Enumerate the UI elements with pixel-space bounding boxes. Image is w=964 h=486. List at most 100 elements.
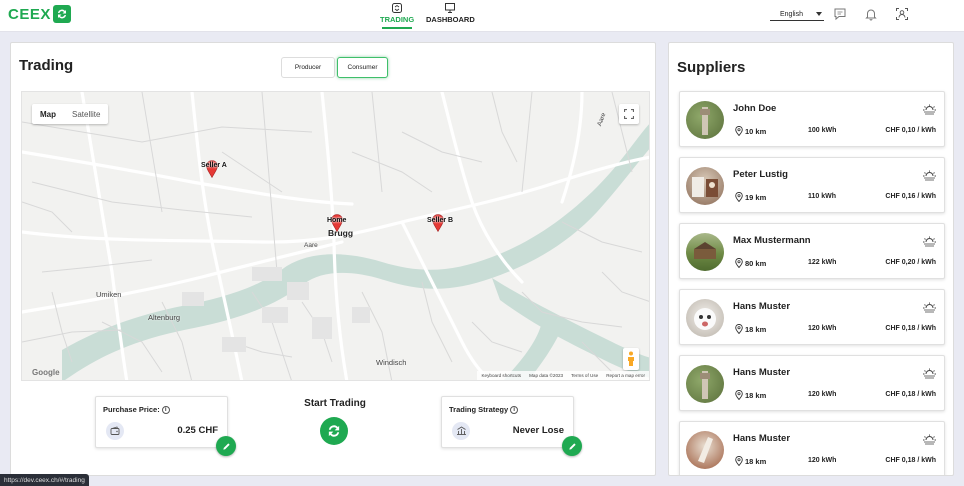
- supplier-distance: 19 km: [735, 192, 766, 202]
- top-navigation-bar: CEEX TRADING DASHBOARD English: [0, 0, 964, 32]
- trading-strategy-value: Never Lose: [512, 425, 564, 436]
- location-pin-icon: [735, 324, 743, 334]
- supplier-price: CHF 0,18 / kWh: [885, 391, 936, 398]
- supplier-name: Hans Muster: [733, 433, 791, 444]
- language-value: English: [780, 10, 803, 18]
- supplier-name: Max Mustermann: [733, 235, 811, 246]
- fullscreen-icon: [624, 109, 634, 119]
- map-type-switch[interactable]: Map Satellite: [32, 104, 109, 124]
- supplier-card[interactable]: Hans Muster 18 km 120 kWh CHF 0,18 / kWh: [679, 289, 945, 345]
- supplier-card[interactable]: Hans Muster 18 km 120 kWh CHF 0,18 / kWh: [679, 355, 945, 411]
- ceex-logo[interactable]: CEEX: [8, 5, 71, 23]
- supplier-distance: 18 km: [735, 456, 766, 466]
- trading-panel: Trading Producer Consumer Map Satellite …: [10, 42, 656, 476]
- brand-name: CEEX: [8, 5, 51, 23]
- purchase-price-card: Purchase Price: i 0.25 CHF: [95, 396, 236, 456]
- map-attribution-bar: Keyboard shortcuts Map data ©2023 Terms …: [477, 371, 649, 380]
- supplier-card[interactable]: John Doe 10 km 100 kWh CHF 0,10 / kWh: [679, 91, 945, 147]
- trading-strategy-label: Trading Strategy: [449, 405, 509, 414]
- supplier-price: CHF 0,18 / kWh: [885, 325, 936, 332]
- location-pin-icon: [735, 126, 743, 136]
- supplier-distance-value: 19 km: [745, 192, 767, 202]
- user-scan-icon[interactable]: [895, 7, 909, 21]
- trading-strategy-card: Trading Strategy i Never Lose: [441, 396, 582, 456]
- supplier-distance-value: 10 km: [745, 126, 767, 136]
- marker-label-seller-a: Seller A: [201, 162, 227, 169]
- wallet-icon: [106, 422, 124, 440]
- trading-strategy-label-row: Trading Strategy i: [449, 405, 519, 414]
- solar-icon: [923, 302, 936, 313]
- trading-icon: [392, 3, 403, 13]
- chat-icon[interactable]: [833, 7, 847, 21]
- pencil-icon: [568, 442, 576, 450]
- solar-icon: [923, 170, 936, 181]
- suppliers-panel: Suppliers John Doe 10 km 100 kWh CHF 0,1…: [668, 42, 954, 476]
- place-label-windisch: Windisch: [376, 358, 407, 367]
- edit-trading-strategy-button[interactable]: [562, 436, 582, 456]
- supplier-distance: 10 km: [735, 126, 766, 136]
- supplier-name: Peter Lustig: [733, 169, 788, 180]
- supplier-card[interactable]: Peter Lustig 19 km 110 kWh CHF 0,16 / kW…: [679, 157, 945, 213]
- active-tab-indicator: [382, 27, 413, 29]
- marker-label-home: Home: [327, 217, 347, 224]
- fullscreen-button[interactable]: [619, 104, 639, 124]
- supplier-avatar: [686, 101, 724, 139]
- supplier-distance-value: 18 km: [745, 324, 767, 334]
- supplier-card[interactable]: Max Mustermann 80 km 122 kWh CHF 0,20 / …: [679, 223, 945, 279]
- info-icon[interactable]: i: [161, 405, 170, 414]
- producer-toggle-button[interactable]: Producer: [281, 57, 335, 78]
- tab-trading[interactable]: TRADING: [380, 3, 414, 29]
- terms-of-use-link[interactable]: Terms of Use: [571, 373, 598, 378]
- info-icon[interactable]: i: [510, 405, 519, 414]
- location-pin-icon: [735, 192, 743, 202]
- street-view-pegman[interactable]: [623, 348, 639, 370]
- map-type-satellite-button[interactable]: Satellite: [64, 104, 108, 124]
- supplier-distance: 80 km: [735, 258, 766, 268]
- map-type-map-button[interactable]: Map: [32, 104, 64, 124]
- place-label-altenburg: Altenburg: [148, 313, 181, 322]
- language-select[interactable]: English: [770, 8, 824, 21]
- solar-icon: [923, 368, 936, 379]
- exchange-icon: [328, 425, 340, 437]
- report-map-error-link[interactable]: Report a map error: [606, 373, 645, 378]
- supplier-price: CHF 0,20 / kWh: [885, 259, 936, 266]
- supplier-distance-value: 18 km: [745, 456, 767, 466]
- chevron-down-icon: [816, 12, 822, 16]
- supplier-name: Hans Muster: [733, 367, 791, 378]
- supplier-energy: 120 kWh: [808, 391, 837, 398]
- google-logo: Google: [32, 368, 60, 377]
- supplier-avatar: [686, 299, 724, 337]
- purchase-price-value: 0.25 CHF: [177, 425, 218, 436]
- start-trading-button[interactable]: [320, 417, 348, 445]
- supplier-distance-value: 80 km: [745, 258, 767, 268]
- status-bar-url: https://dev.ceex.ch/#/trading: [0, 474, 89, 486]
- tab-dashboard-label: DASHBOARD: [426, 15, 475, 24]
- supplier-distance: 18 km: [735, 324, 766, 334]
- bell-icon[interactable]: [864, 7, 878, 21]
- supplier-energy: 110 kWh: [808, 193, 837, 200]
- supplier-card[interactable]: Hans Muster 18 km 120 kWh CHF 0,18 / kWh: [679, 421, 945, 475]
- supplier-avatar: [686, 167, 724, 205]
- logo-exchange-icon: [52, 5, 71, 23]
- supplier-distance-value: 18 km: [745, 390, 767, 400]
- purchase-price-label-row: Purchase Price: i: [103, 405, 170, 414]
- solar-icon: [923, 104, 936, 115]
- supplier-avatar: [686, 431, 724, 469]
- supplier-energy: 120 kWh: [808, 457, 837, 464]
- tab-trading-label: TRADING: [380, 15, 415, 24]
- map-view[interactable]: Map Satellite Brugg Aare Aare Umiken Alt…: [21, 91, 650, 381]
- edit-purchase-price-button[interactable]: [216, 436, 236, 456]
- trading-title: Trading: [19, 57, 74, 74]
- supplier-distance: 18 km: [735, 390, 766, 400]
- place-label-umiken: Umiken: [96, 290, 122, 299]
- strategy-icon: [452, 422, 470, 440]
- map-data-text: Map data ©2023: [529, 373, 564, 378]
- consumer-toggle-button[interactable]: Consumer: [337, 57, 388, 78]
- supplier-avatar: [686, 233, 724, 271]
- location-pin-icon: [735, 390, 743, 400]
- supplier-energy: 100 kWh: [808, 127, 837, 134]
- supplier-energy: 122 kWh: [808, 259, 837, 266]
- keyboard-shortcuts-link[interactable]: Keyboard shortcuts: [481, 373, 521, 378]
- start-trading-label: Start Trading: [304, 398, 366, 409]
- tab-dashboard[interactable]: DASHBOARD: [426, 3, 475, 24]
